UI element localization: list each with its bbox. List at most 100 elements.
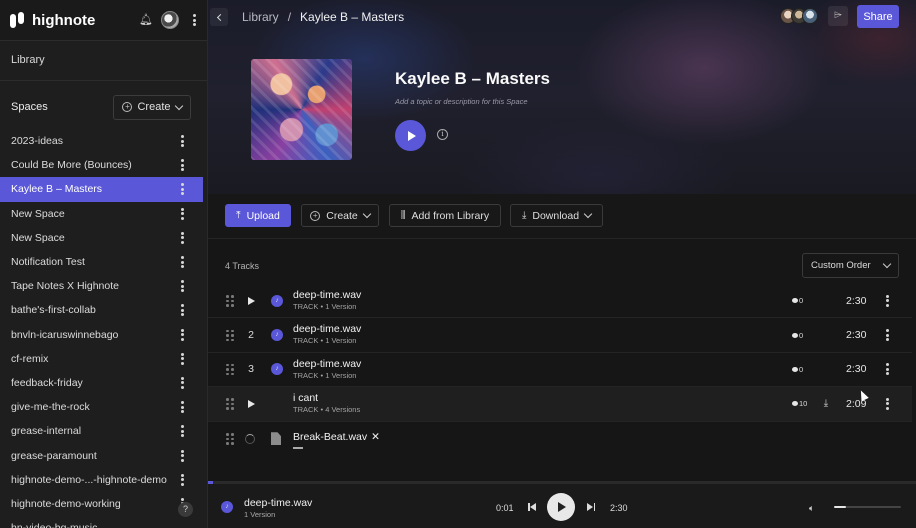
track-row[interactable]: 3 ♪ deep-time.wav TRACK • 1 Version 0 2:… bbox=[208, 353, 912, 388]
space-more-icon[interactable] bbox=[177, 182, 187, 196]
chevron-down-icon bbox=[174, 101, 183, 110]
volume-slider[interactable] bbox=[834, 506, 901, 508]
audio-track-icon: ♪ bbox=[271, 294, 283, 307]
track-row[interactable]: ♪ deep-time.wav TRACK • 1 Version 0 2:30 bbox=[208, 284, 912, 319]
upload-button[interactable]: ⤒ Upload bbox=[225, 204, 291, 227]
track-duration: 2:30 bbox=[846, 294, 867, 307]
drag-handle-icon[interactable] bbox=[226, 398, 234, 410]
play-space-button[interactable] bbox=[395, 120, 426, 151]
avatar[interactable] bbox=[161, 11, 179, 29]
track-name[interactable]: deep-time.wav bbox=[293, 358, 361, 370]
track-name[interactable]: deep-time.wav bbox=[293, 289, 361, 301]
add-from-library-label: Add from Library bbox=[411, 209, 490, 222]
sidebar-item-space[interactable]: Tape Notes X Highnote bbox=[0, 274, 203, 298]
sidebar-item-space[interactable]: highnote-demo-working bbox=[0, 492, 203, 516]
info-icon[interactable]: i bbox=[437, 129, 448, 140]
sidebar-item-space[interactable]: highnote-demo-...-highnote-demo bbox=[0, 468, 203, 492]
sidebar-item-space[interactable]: hn-video-bg-music bbox=[0, 516, 203, 528]
space-more-icon[interactable] bbox=[177, 158, 187, 172]
space-cover-art[interactable] bbox=[251, 59, 352, 160]
sidebar-item-space[interactable]: grease-internal bbox=[0, 419, 203, 443]
track-name[interactable]: deep-time.wav bbox=[293, 323, 361, 335]
sidebar-item-space[interactable]: grease-paramount bbox=[0, 443, 203, 467]
track-row[interactable]: 2 ♪ deep-time.wav TRACK • 1 Version 0 2:… bbox=[208, 318, 912, 353]
track-more-icon[interactable] bbox=[882, 397, 892, 411]
track-row[interactable]: i cant TRACK • 4 Versions 10 ⤓ 2:09 bbox=[208, 387, 912, 422]
sidebar-item-library[interactable]: Library bbox=[0, 41, 207, 81]
download-label: Download bbox=[532, 209, 580, 222]
plus-circle-icon: + bbox=[310, 210, 321, 221]
comment-count[interactable]: 0 bbox=[792, 331, 803, 340]
sidebar-item-label: bnvln-icaruswinnebago bbox=[11, 328, 119, 341]
space-more-icon[interactable] bbox=[177, 328, 187, 342]
download-button[interactable]: ⤓ Download bbox=[510, 204, 603, 227]
sidebar-item-space[interactable]: New Space bbox=[0, 202, 203, 226]
sort-order-select[interactable]: Custom Order bbox=[802, 253, 899, 278]
sidebar-item-space[interactable]: Could Be More (Bounces) bbox=[0, 153, 203, 177]
page-title[interactable]: Kaylee B – Masters bbox=[395, 69, 550, 89]
create-button[interactable]: + Create bbox=[301, 204, 379, 227]
play-icon[interactable] bbox=[248, 399, 255, 408]
sidebar-item-space[interactable]: Kaylee B – Masters bbox=[0, 177, 203, 202]
volume-icon[interactable]: 🔈︎ bbox=[809, 503, 814, 514]
comment-icon bbox=[792, 366, 798, 372]
track-more-icon[interactable] bbox=[882, 328, 892, 342]
space-more-icon[interactable] bbox=[177, 255, 187, 269]
space-more-icon[interactable] bbox=[177, 303, 187, 317]
player-track-name[interactable]: deep-time.wav bbox=[244, 497, 312, 509]
more-options-icon[interactable] bbox=[189, 13, 199, 27]
sidebar-item-space[interactable]: bnvln-icaruswinnebago bbox=[0, 323, 203, 347]
space-more-icon[interactable] bbox=[177, 424, 187, 438]
sidebar-item-space[interactable]: 2023-ideas bbox=[0, 129, 203, 153]
sidebar-item-space[interactable]: New Space bbox=[0, 226, 203, 250]
sidebar-item-label: Notification Test bbox=[11, 256, 85, 269]
previous-track-icon[interactable] bbox=[528, 503, 536, 511]
sidebar-item-label: feedback-friday bbox=[11, 376, 83, 389]
next-track-icon[interactable] bbox=[587, 503, 595, 511]
drag-handle-icon[interactable] bbox=[226, 295, 234, 307]
breadcrumb-library[interactable]: Library bbox=[242, 10, 279, 24]
sidebar-item-space[interactable]: cf-remix bbox=[0, 347, 203, 371]
track-more-icon[interactable] bbox=[882, 294, 892, 308]
comment-icon[interactable]: ⌲ bbox=[828, 6, 848, 26]
back-button[interactable] bbox=[210, 8, 228, 26]
collaborator-avatars[interactable] bbox=[780, 8, 818, 24]
share-button[interactable]: Share bbox=[857, 5, 899, 28]
comment-count[interactable]: 0 bbox=[792, 296, 803, 305]
space-more-icon[interactable] bbox=[177, 231, 187, 245]
highnote-logo-icon bbox=[10, 12, 26, 28]
add-from-library-button[interactable]: ⫼ Add from Library bbox=[389, 204, 501, 227]
spaces-title: Spaces bbox=[11, 101, 48, 113]
comment-count[interactable]: 0 bbox=[792, 365, 803, 374]
cancel-upload-icon[interactable]: ✕ bbox=[371, 431, 380, 443]
drag-handle-icon[interactable] bbox=[226, 329, 234, 342]
drag-handle-icon[interactable] bbox=[226, 433, 234, 445]
sidebar-item-space[interactable]: give-me-the-rock bbox=[0, 395, 203, 419]
space-more-icon[interactable] bbox=[177, 473, 187, 487]
play-pause-button[interactable] bbox=[547, 493, 575, 521]
track-name[interactable]: i cant bbox=[293, 392, 360, 404]
create-space-button[interactable]: + Create bbox=[113, 94, 191, 120]
space-more-icon[interactable] bbox=[177, 449, 187, 463]
drag-handle-icon[interactable] bbox=[226, 363, 234, 376]
space-more-icon[interactable] bbox=[177, 352, 187, 366]
space-more-icon[interactable] bbox=[177, 376, 187, 390]
sidebar-item-space[interactable]: bathe's-first-collab bbox=[0, 298, 203, 322]
play-icon[interactable] bbox=[248, 296, 255, 305]
download-icon[interactable]: ⤓ bbox=[821, 398, 831, 409]
app-logo[interactable]: highnote bbox=[10, 12, 95, 29]
space-more-icon[interactable] bbox=[177, 400, 187, 414]
space-description-field[interactable]: Add a topic or description for this Spac… bbox=[395, 97, 528, 106]
space-more-icon[interactable] bbox=[177, 279, 187, 293]
comment-count[interactable]: 10 bbox=[792, 399, 807, 408]
sidebar-item-space[interactable]: Notification Test bbox=[0, 250, 203, 274]
track-more-icon[interactable] bbox=[882, 362, 892, 376]
space-hero: Library / Kaylee B – Masters ⌲ Share Kay… bbox=[208, 0, 916, 194]
space-more-icon[interactable] bbox=[177, 207, 187, 221]
elapsed-time: 0:01 bbox=[496, 503, 514, 513]
sidebar-item-space[interactable]: feedback-friday bbox=[0, 371, 203, 395]
space-more-icon[interactable] bbox=[177, 134, 187, 148]
bell-icon[interactable]: 🔔︎ bbox=[139, 14, 153, 26]
help-button[interactable]: ? bbox=[178, 502, 193, 517]
sidebar-item-label: grease-paramount bbox=[11, 449, 97, 462]
